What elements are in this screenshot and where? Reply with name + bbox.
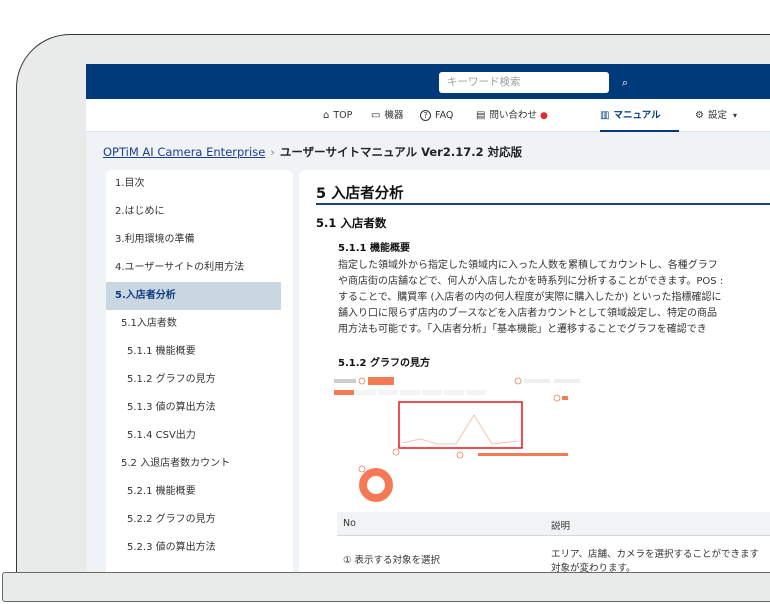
keyword-search-input[interactable]: キーワード検索: [439, 72, 609, 93]
shot-line-series: [401, 414, 519, 445]
shot-marker: [456, 451, 464, 459]
graph-heading: 5.1.2 グラフの見方: [338, 358, 430, 369]
sidebar-item[interactable]: 5.1.2 グラフの見方: [106, 366, 281, 394]
shot-donut: [359, 468, 393, 502]
sidebar-item[interactable]: 5.2 入退店者数カウント: [106, 450, 281, 478]
sidebar-item[interactable]: 3.利用環境の準備: [106, 226, 281, 254]
paragraph-line: 指定した領域外から指定した領域内に入った人数を累積してカウントし、各種グラフ: [338, 260, 718, 271]
nav-settings-label: 設定: [707, 110, 727, 121]
row-no: ① 表示する対象を選択: [343, 555, 441, 566]
sidebar-item[interactable]: 5.1.4 CSV出力: [106, 422, 281, 450]
breadcrumb-root-link[interactable]: OPTiM AI Camera Enterprise: [103, 145, 265, 159]
breadcrumb: OPTiM AI Camera Enterprise › ユーザーサイトマニュアル …: [103, 144, 522, 160]
shot-tab: [378, 390, 398, 395]
shot-bar: [478, 453, 568, 456]
highlight-box: [398, 401, 523, 449]
breadcrumb-separator: ›: [270, 145, 275, 159]
shot-tab-active: [334, 390, 354, 395]
nav-faq-label: FAQ: [435, 110, 454, 121]
shot-tab: [466, 390, 486, 395]
paragraph-line: や商店街の店舗などで、何人が入店したかを時系列に分析することができます。POS …: [338, 276, 724, 287]
nav-contact-label: 問い合わせ: [489, 110, 537, 121]
manual-content: 5 入店者分析 5.1 入店者数 5.1.1 機能概要 指定した領域外から指定し…: [299, 170, 770, 584]
overview-heading: 5.1.1 機能概要: [338, 243, 410, 254]
browser-screen: キーワード検索 ⌕ ⌂ TOP ▭ 機器 ? FAQ ▤ 問い合わせ ● ▥ マニュアル …: [86, 64, 770, 584]
nav-contact[interactable]: ▤ 問い合わせ ●: [476, 99, 548, 132]
shot-select: [334, 379, 356, 383]
toc-sidebar: 1.目次 2.はじめに 3.利用環境の準備 4.ユーザーサイトの利用方法 5.入…: [106, 170, 293, 584]
subsection-title: 5.1 入店者数: [316, 216, 387, 230]
sidebar-item[interactable]: 5.1.1 機能概要: [106, 338, 281, 366]
sidebar-item[interactable]: 1.目次: [106, 170, 281, 198]
graph-screenshot-image: [332, 375, 582, 510]
sidebar-item[interactable]: 5.1.3 値の算出方法: [106, 394, 281, 422]
sidebar-item[interactable]: 5.2.3 値の算出方法: [106, 534, 281, 562]
shot-marker: [358, 465, 366, 473]
devices-icon: ▭: [371, 110, 381, 121]
paragraph-line: 舗入り口に限らず店内のブースなどを入店者カウントとして領域設定し、特定の商品: [338, 308, 717, 319]
shot-tab: [400, 390, 420, 395]
nav-settings[interactable]: ⚙ 設定 ▾: [695, 99, 737, 132]
sidebar-item-active[interactable]: 5.入店者分析: [106, 282, 281, 310]
shot-date: [554, 379, 580, 383]
sidebar-item[interactable]: 5.2.2 グラフの見方: [106, 506, 281, 534]
nav-manual-label: マニュアル: [613, 110, 661, 121]
breadcrumb-current: ユーザーサイトマニュアル Ver2.17.2 対応版: [279, 145, 523, 159]
nav-manual[interactable]: ▥ マニュアル: [600, 99, 679, 132]
chat-icon: ▤: [476, 110, 486, 121]
shot-marker: [358, 377, 366, 385]
nav-devices[interactable]: ▭ 機器: [371, 99, 403, 132]
table-header: No 説明: [337, 512, 770, 536]
sidebar-item[interactable]: 2.はじめに: [106, 198, 281, 226]
shot-button: [368, 377, 394, 385]
section-title: 5 入店者分析: [316, 186, 404, 202]
sidebar-item[interactable]: 5.1入店者数: [106, 310, 281, 338]
sidebar-item[interactable]: 4.ユーザーサイトの利用方法: [106, 254, 281, 282]
shot-toggle: [562, 396, 568, 400]
book-icon: ▥: [600, 110, 610, 121]
nav-devices-label: 機器: [384, 110, 404, 121]
nav-top[interactable]: ⌂ TOP: [323, 99, 352, 132]
title-underline: [316, 203, 770, 205]
nav-top-label: TOP: [333, 110, 353, 121]
home-icon: ⌂: [323, 110, 330, 121]
nav-faq[interactable]: ? FAQ: [420, 99, 453, 132]
screenshot-illustration: [334, 377, 580, 502]
notification-dot: ●: [540, 111, 548, 121]
shot-date: [524, 379, 550, 383]
paragraph-line: 用方法も可能です。「入店者分析」「基本機能」と遷移することでグラフを確認でき: [338, 324, 707, 335]
shot-tab: [356, 390, 376, 395]
shot-tab: [422, 390, 442, 395]
main-nav: ⌂ TOP ▭ 機器 ? FAQ ▤ 問い合わせ ● ▥ マニュアル ⚙ 設定 ▾: [86, 99, 770, 132]
shot-marker: [514, 377, 522, 385]
search-icon[interactable]: ⌕: [614, 72, 636, 93]
laptop-base: [2, 572, 770, 602]
column-header-description: 説明: [551, 521, 571, 532]
overview-paragraph: 指定した領域外から指定した領域内に入った人数を累積してカウントし、各種グラフ や…: [338, 258, 770, 338]
top-header-bar: キーワード検索 ⌕: [86, 64, 770, 99]
paragraph-line: することで、購買率 (入店者の内の何人程度が実際に購入したか) といった指標確認…: [338, 292, 722, 303]
gear-icon: ⚙: [695, 110, 704, 121]
shot-tab: [444, 390, 464, 395]
chevron-down-icon: ▾: [733, 111, 738, 120]
row-description: エリア、店舗、カメラを選択することができます: [551, 549, 760, 560]
help-icon: ?: [420, 110, 431, 121]
sidebar-item[interactable]: 5.2.1 機能概要: [106, 478, 281, 506]
shot-marker: [392, 448, 400, 456]
shot-marker: [553, 394, 561, 402]
column-header-no: No: [343, 518, 356, 529]
